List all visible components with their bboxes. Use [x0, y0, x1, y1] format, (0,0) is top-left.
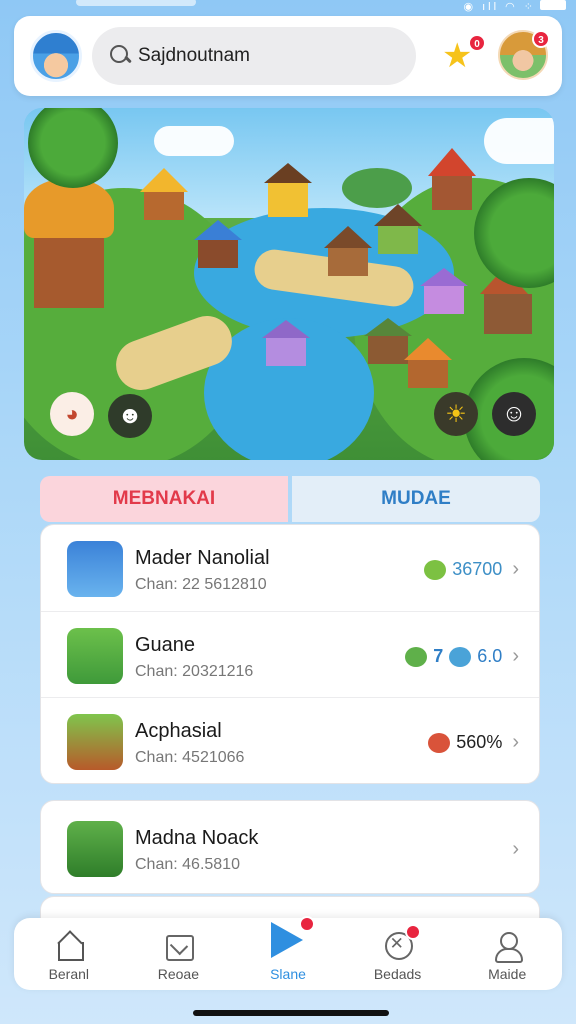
item-reward: ›: [508, 838, 519, 861]
game-thumbnail: [67, 541, 123, 597]
item-reward: 560% ›: [428, 731, 519, 754]
nav-label: Beranl: [48, 966, 90, 982]
user-icon: [492, 932, 524, 963]
item-reward: 7 6.0 ›: [405, 645, 519, 668]
mushroom-icon: [449, 646, 472, 667]
character-left-button[interactable]: ◕: [50, 392, 94, 436]
nav-label: Slane: [270, 966, 306, 982]
status-pill: [76, 0, 196, 6]
nav-item-profile[interactable]: Maide: [452, 918, 562, 990]
distant-hill: [342, 168, 412, 208]
nav-label: Bedads: [373, 966, 422, 982]
list-card: Madna Noack Chan: 46.5810 ›: [40, 800, 540, 894]
item-title: Mader Nanolial: [135, 547, 270, 569]
list-item[interactable]: Madna Noack Chan: 46.5810 ›: [41, 805, 539, 891]
home-icon: [54, 932, 84, 961]
chevron-right-icon: ›: [512, 731, 519, 753]
user-avatar[interactable]: [30, 30, 82, 82]
nav-label: Reoae: [157, 966, 200, 982]
list-card: Mader Nanolial Chan: 22 5612810 36700 › …: [40, 524, 540, 784]
item-title: Guane: [135, 634, 196, 656]
signal-wifi-icons: ◉ ıll ◠ ⁘: [463, 1, 536, 13]
lilac-hut[interactable]: [262, 320, 310, 366]
big-hut[interactable]: [24, 178, 114, 308]
friend-avatar[interactable]: 3: [498, 30, 550, 80]
top-bar: Sajdnoutnam ★ 0 3: [14, 16, 562, 96]
status-bar: ◉ ıll ◠ ⁘: [0, 0, 576, 14]
list-item[interactable]: Acphasial Chan: 4521066 560% ›: [41, 697, 539, 783]
play-badge: [299, 916, 316, 932]
bottom-nav: Beranl Reoae Slane Bedads Maide: [14, 916, 562, 990]
notifications-button[interactable]: ★ 0: [442, 34, 486, 74]
orange-hut[interactable]: [404, 338, 452, 388]
tab-bar: MEBNAKAI MUDAE: [40, 476, 540, 522]
purple-hut[interactable]: [420, 268, 468, 314]
item-title: Acphasial: [135, 720, 222, 742]
nav-item-tasks[interactable]: Reoae: [124, 918, 234, 990]
rewards-badge: [404, 924, 421, 940]
list-item[interactable]: Guane Chan: 20321216 7 6.0 ›: [41, 611, 539, 697]
face-icon: ◕: [65, 401, 79, 426]
nav-label: Maide: [488, 966, 527, 982]
app-container: Sajdnoutnam ★ 0 3 ◕ ☻ ☀ ☺ MEBNAKAI MUDAE…: [14, 16, 562, 1016]
pet-face-icon: ☺: [501, 400, 527, 427]
cloud-decoration: [154, 126, 234, 156]
reward-extra: 6.0: [477, 646, 503, 666]
notification-badge: 0: [468, 34, 486, 52]
item-subtitle: Chan: 46.5810: [135, 856, 240, 873]
nav-item-play[interactable]: Slane: [233, 916, 343, 990]
game-thumbnail: [67, 628, 123, 684]
blue-hut[interactable]: [194, 220, 242, 268]
character-right-button[interactable]: ☻: [108, 394, 152, 438]
nav-item-home[interactable]: Beranl: [14, 918, 124, 990]
item-subtitle: Chan: 20321216: [135, 663, 254, 680]
search-bar[interactable]: Sajdnoutnam: [92, 27, 416, 85]
tab-right[interactable]: MUDAE: [292, 476, 540, 522]
tab-left[interactable]: MEBNAKAI: [40, 476, 288, 522]
friend-badge: 3: [532, 30, 550, 48]
chevron-right-icon: ›: [512, 838, 519, 860]
list-item[interactable]: Mader Nanolial Chan: 22 5612810 36700 ›: [41, 525, 539, 611]
game-thumbnail: [67, 714, 123, 770]
nav-item-rewards[interactable]: Bedads: [343, 918, 453, 990]
cloud-decoration: [484, 118, 554, 164]
sun-icon: ☀: [445, 400, 467, 428]
reward-value: 36700: [452, 559, 503, 579]
reward-value: 560%: [456, 732, 503, 752]
world-map[interactable]: ◕ ☻ ☀ ☺: [24, 108, 554, 460]
chevron-right-icon: ›: [512, 645, 519, 667]
gem-icon: [428, 732, 451, 753]
check-box-icon: [163, 932, 195, 961]
tree-icon: [405, 646, 428, 667]
tower-hut[interactable]: [264, 163, 312, 217]
yellow-hut[interactable]: [140, 168, 188, 220]
game-thumbnail: [67, 821, 123, 877]
sun-button[interactable]: ☀: [434, 392, 478, 436]
search-text: Sajdnoutnam: [138, 45, 250, 66]
home-indicator[interactable]: [193, 1010, 389, 1016]
battery-icon: [540, 0, 566, 10]
item-subtitle: Chan: 4521066: [135, 749, 245, 766]
green-hut[interactable]: [374, 204, 422, 254]
brown-hut[interactable]: [324, 226, 372, 276]
red-hut[interactable]: [428, 148, 476, 210]
leaf-icon: [424, 559, 447, 580]
item-title: Madna Noack: [135, 827, 259, 849]
creature-icon: ☻: [117, 402, 143, 429]
item-subtitle: Chan: 22 5612810: [135, 576, 267, 593]
reward-value: 7: [433, 646, 444, 666]
item-reward: 36700 ›: [424, 558, 519, 581]
search-icon: [110, 45, 132, 67]
chevron-right-icon: ›: [512, 558, 519, 580]
pet-button[interactable]: ☺: [492, 392, 536, 436]
